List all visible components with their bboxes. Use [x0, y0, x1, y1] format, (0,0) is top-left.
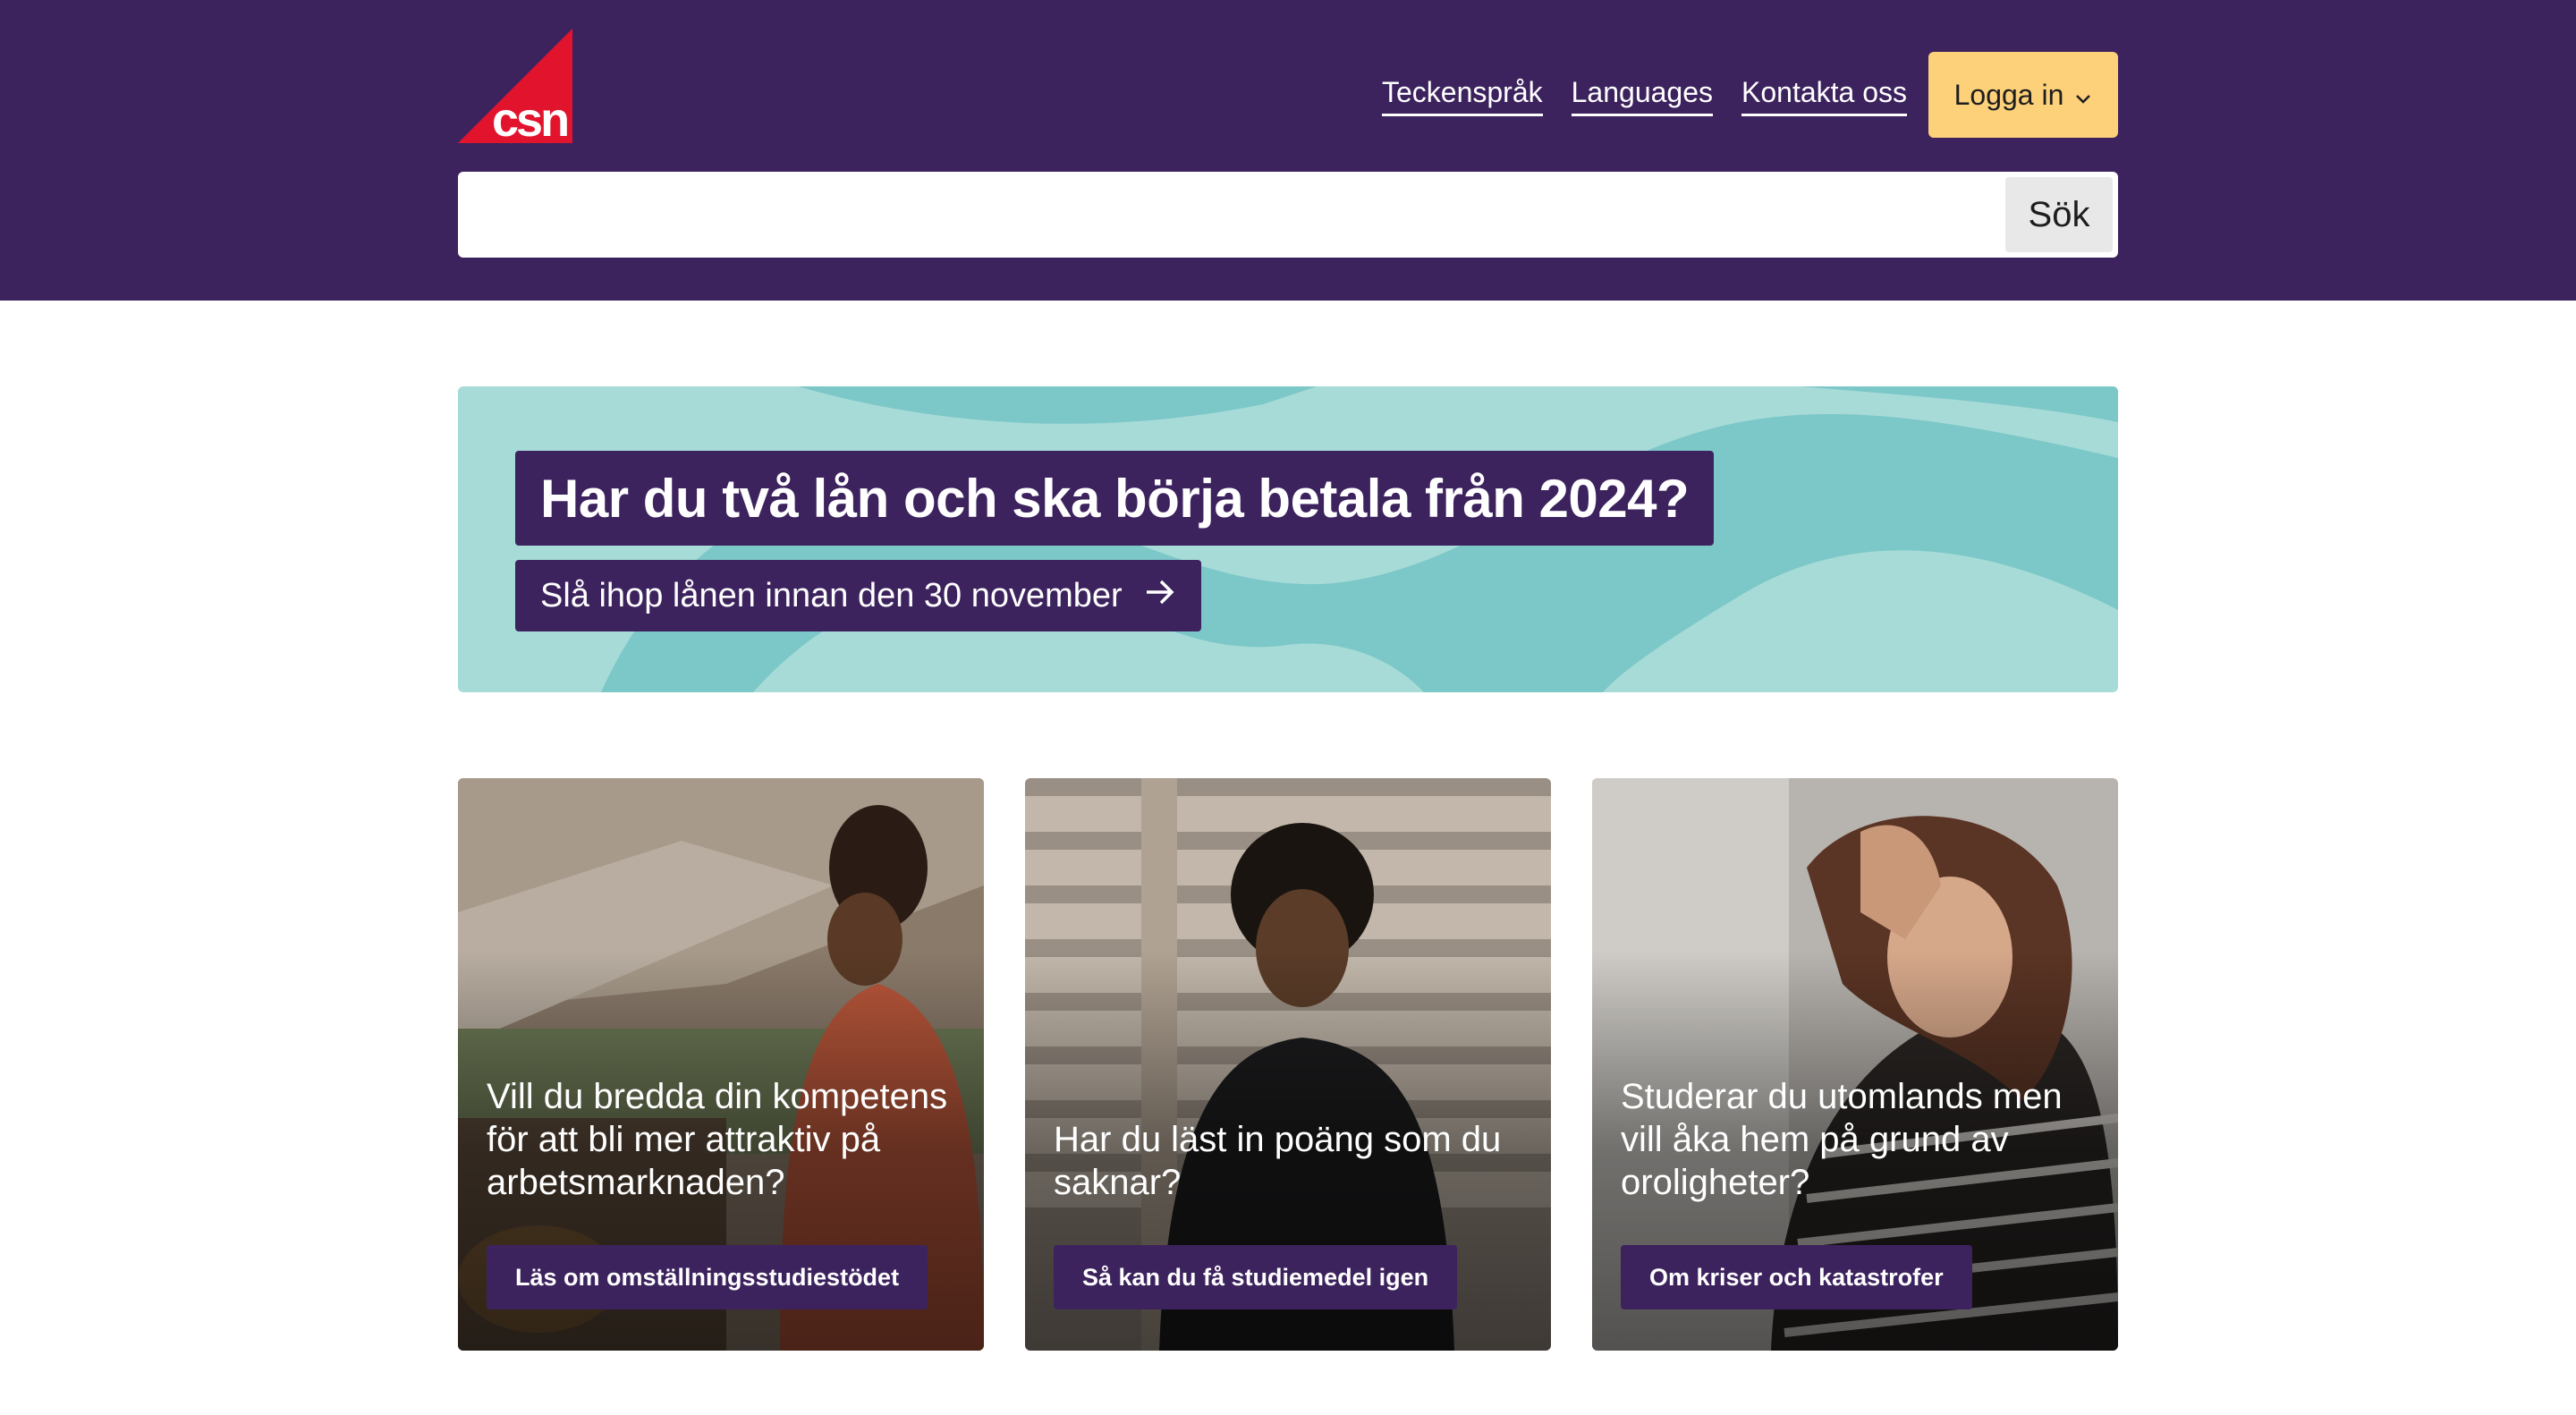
search-bar: Sök [458, 172, 2118, 258]
csn-logo[interactable]: csn [458, 29, 572, 147]
chevron-down-icon [2074, 79, 2092, 112]
login-button[interactable]: Logga in [1928, 52, 2118, 138]
top-navigation: Teckenspråk Languages Kontakta oss [1381, 52, 1907, 138]
banner-link[interactable]: Slå ihop lånen innan den 30 november [515, 560, 1201, 631]
card-question: Studerar du utomlands men vill åka hem p… [1621, 1077, 2063, 1202]
login-button-label: Logga in [1953, 78, 2064, 111]
site-header: csn Teckenspråk Languages Kontakta oss L… [0, 0, 2576, 301]
nav-link-languages[interactable]: Languages [1571, 74, 1713, 116]
promo-banner: Har du två lån och ska börja betala från… [458, 386, 2118, 692]
card-question: Har du läst in poäng som du saknar? [1054, 1120, 1502, 1202]
logo-text: csn [492, 93, 567, 143]
card-cta-button[interactable]: Så kan du få studiemedel igen [1054, 1245, 1458, 1309]
arrow-right-icon [1144, 577, 1176, 615]
card-cta-button[interactable]: Läs om omställningsstudiestödet [487, 1245, 928, 1309]
teaser-card-studiemedel: Har du läst in poäng som du saknar? Så k… [1025, 778, 1551, 1351]
card-cta-button[interactable]: Om kriser och katastrofer [1621, 1245, 1972, 1309]
nav-link-teckensprak[interactable]: Teckenspråk [1381, 74, 1543, 116]
banner-title: Har du två lån och ska börja betala från… [515, 451, 1715, 546]
search-input[interactable] [463, 177, 1984, 252]
nav-link-kontakta-oss[interactable]: Kontakta oss [1741, 74, 1907, 116]
card-question: Vill du bredda din kompetens för att bli… [487, 1077, 948, 1202]
teaser-card-omstallning: Vill du bredda din kompetens för att bli… [458, 778, 984, 1351]
banner-link-label: Slå ihop lånen innan den 30 november [540, 576, 1123, 614]
search-button[interactable]: Sök [2005, 177, 2113, 252]
teaser-card-kriser: Studerar du utomlands men vill åka hem p… [1592, 778, 2118, 1351]
